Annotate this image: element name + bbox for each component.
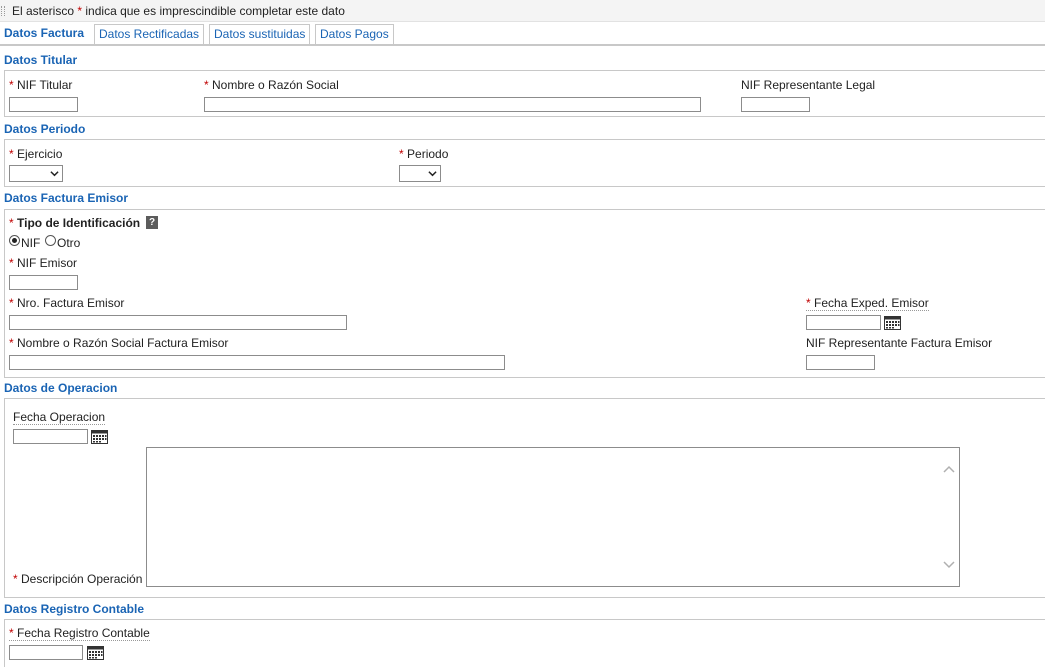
scroll-down-icon[interactable] xyxy=(943,560,955,570)
fecha-registro-label: * Fecha Registro Contable xyxy=(9,626,150,641)
descripcion-label: * Descripción Operación xyxy=(13,572,143,586)
tipo-identificacion-label: * Tipo de Identificación xyxy=(9,216,141,230)
tab-datos-pagos[interactable]: Datos Pagos xyxy=(315,24,394,44)
section-emisor xyxy=(4,209,1045,378)
nif-emisor-label: * NIF Emisor xyxy=(9,256,78,270)
tab-datos-rectificadas[interactable]: Datos Rectificadas xyxy=(94,24,205,44)
tab-bar: Datos Factura Datos Rectificadas Datos s… xyxy=(0,24,1045,46)
nro-factura-label: * Nro. Factura Emisor xyxy=(9,296,125,310)
fecha-operacion-input[interactable] xyxy=(13,429,88,444)
nombre-titular-label: * Nombre o Razón Social xyxy=(204,78,339,92)
calendar-icon[interactable] xyxy=(87,646,104,660)
help-icon[interactable]: ? xyxy=(146,216,158,229)
descripcion-textarea[interactable] xyxy=(146,447,960,587)
required-note: El asterisco * indica que es imprescindi… xyxy=(12,4,345,18)
nif-titular-label: * NIF Titular xyxy=(9,78,73,92)
nif-representante-label: NIF Representante Legal xyxy=(741,78,876,92)
section-title-registro: Datos Registro Contable xyxy=(4,602,145,616)
calendar-icon[interactable] xyxy=(91,430,108,444)
section-registro xyxy=(4,619,1045,667)
required-note-bar: El asterisco * indica que es imprescindi… xyxy=(0,0,1045,22)
nif-rep-emisor-label: NIF Representante Factura Emisor xyxy=(806,336,993,350)
fecha-operacion-label: Fecha Operacion xyxy=(13,410,106,425)
nombre-titular-input[interactable] xyxy=(204,97,701,112)
section-title-emisor: Datos Factura Emisor xyxy=(4,191,129,205)
tab-datos-factura[interactable]: Datos Factura xyxy=(0,24,89,44)
section-periodo xyxy=(4,139,1045,187)
radio-nif-label: NIF xyxy=(21,236,41,250)
nro-factura-input[interactable] xyxy=(9,315,347,330)
ejercicio-select[interactable] xyxy=(9,165,63,182)
nif-representante-input[interactable] xyxy=(741,97,810,112)
section-title-operacion: Datos de Operacion xyxy=(4,381,118,395)
chevron-down-icon xyxy=(50,171,59,177)
nif-titular-input[interactable] xyxy=(9,97,78,112)
periodo-select[interactable] xyxy=(399,165,441,182)
fecha-exped-label: * Fecha Exped. Emisor xyxy=(806,296,929,311)
radio-otro-label: Otro xyxy=(57,236,81,250)
section-title-periodo: Datos Periodo xyxy=(4,122,86,136)
fecha-registro-input[interactable] xyxy=(9,645,83,660)
periodo-label: * Periodo xyxy=(399,147,449,161)
nombre-emisor-input[interactable] xyxy=(9,355,505,370)
section-title-titular: Datos Titular xyxy=(4,53,78,67)
nif-emisor-input[interactable] xyxy=(9,275,78,290)
ejercicio-label: * Ejercicio xyxy=(9,147,63,161)
tab-datos-sustituidas[interactable]: Datos sustituidas xyxy=(209,24,311,44)
nif-rep-emisor-input[interactable] xyxy=(806,355,875,370)
nombre-emisor-label: * Nombre o Razón Social Factura Emisor xyxy=(9,336,229,350)
chevron-down-icon xyxy=(428,171,437,177)
radio-nif[interactable] xyxy=(9,235,20,246)
scroll-up-icon[interactable] xyxy=(943,464,955,474)
fecha-exped-input[interactable] xyxy=(806,315,881,330)
calendar-icon[interactable] xyxy=(884,316,901,330)
grip-icon xyxy=(1,6,5,16)
radio-otro[interactable] xyxy=(45,235,56,246)
